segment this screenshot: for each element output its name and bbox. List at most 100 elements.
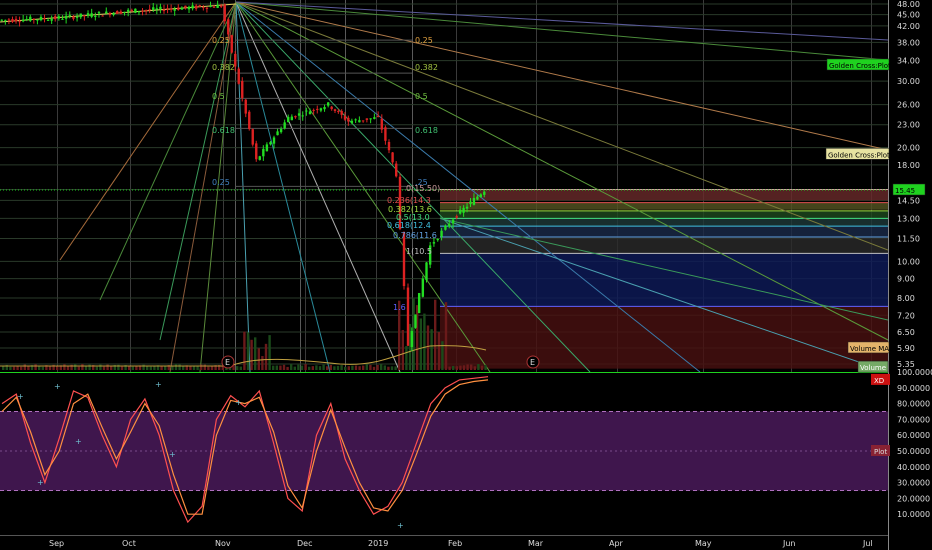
oscillator-cross-marker: + <box>54 382 61 391</box>
candle <box>180 7 184 10</box>
volume-bar <box>84 366 88 370</box>
price-tag: 15.45 <box>892 183 926 196</box>
price-tick-label: 26.00 <box>897 101 920 110</box>
candle <box>361 120 365 122</box>
volume-bar <box>174 364 178 370</box>
candle <box>11 19 14 22</box>
oscillator-cross-marker: + <box>17 392 24 401</box>
oscillator-tick-label: 40.0000 <box>897 463 930 472</box>
volume-bar <box>106 364 109 370</box>
fan-line <box>235 1 888 151</box>
volume-bar <box>63 364 66 370</box>
volume-bar <box>369 364 372 370</box>
oscillator-band <box>0 411 888 491</box>
price-tick-label: 14.50 <box>897 196 920 205</box>
candle <box>72 16 75 19</box>
candle <box>36 19 39 21</box>
candle <box>159 6 162 10</box>
price-tag: Golden Cross:Plot <box>825 148 890 160</box>
fan-line <box>235 1 491 372</box>
candle <box>90 13 93 17</box>
volume-bar <box>56 365 59 370</box>
volume-bar <box>131 366 134 370</box>
candle <box>402 232 406 287</box>
candle <box>276 131 279 136</box>
candle <box>79 13 82 18</box>
candle <box>244 99 247 114</box>
fib-retracement-label: 0.236(14.3 <box>387 196 431 205</box>
fan-line <box>235 1 401 372</box>
volume-bar <box>254 337 257 370</box>
volume-bar <box>282 364 286 370</box>
candle <box>237 68 240 84</box>
candle <box>283 122 286 129</box>
fan-line <box>59 1 237 261</box>
volume-bar <box>261 356 264 370</box>
candle <box>469 201 472 205</box>
volume-bar <box>304 364 307 370</box>
oscillator-tick-label: 70.0000 <box>897 415 930 424</box>
candle <box>462 207 465 213</box>
retracement-zone <box>440 210 888 219</box>
volume-bar <box>426 325 430 370</box>
candle <box>262 148 265 157</box>
candle <box>308 111 312 115</box>
fib-retracement-label: 1.6 <box>393 303 406 312</box>
price-tick-label: 5.90 <box>897 344 915 353</box>
volume-bar <box>95 366 98 370</box>
candle <box>305 110 308 112</box>
candle <box>216 4 219 8</box>
price-tag: Golden Cross:Plot <box>826 58 891 71</box>
candle <box>312 109 315 111</box>
candle <box>141 10 144 12</box>
volume-bar <box>9 366 12 370</box>
fib-level-left: 0.382 <box>212 63 235 72</box>
stock-chart[interactable]: 0.250.3820.50.6180.250.250.3820.50.618.2… <box>0 0 932 550</box>
volume-bar <box>322 364 325 370</box>
price-tick-label: 23.00 <box>897 121 920 130</box>
volume-bar <box>308 366 311 370</box>
price-tag-label: 15.45 <box>895 187 915 195</box>
volume-bar <box>81 364 84 370</box>
candle <box>116 11 119 14</box>
volume-bar <box>246 332 250 370</box>
volume-bar <box>448 366 451 370</box>
candle <box>220 5 223 7</box>
fan-line <box>199 1 237 372</box>
candle <box>39 16 43 21</box>
candle <box>432 242 436 244</box>
candle <box>316 108 319 110</box>
oscillator-tick-label: 100.0000 <box>897 368 932 377</box>
volume-bar <box>462 365 466 370</box>
time-tick-label: Feb <box>448 539 462 548</box>
candle <box>166 8 169 10</box>
candle <box>54 16 57 20</box>
fan-line <box>99 1 237 301</box>
volume-bar <box>286 366 289 370</box>
candle <box>112 13 115 15</box>
volume-bar <box>171 366 174 370</box>
candle <box>101 15 104 17</box>
candle <box>205 7 209 9</box>
price-tick-label: 18.00 <box>897 161 920 170</box>
volume-bar <box>264 343 268 370</box>
volume-bar <box>365 364 368 370</box>
candle <box>279 128 283 133</box>
candle <box>126 9 130 12</box>
fib-level-right: 0.5 <box>415 92 428 101</box>
volume-bar <box>376 364 379 370</box>
volume-bar <box>354 365 358 370</box>
candle <box>417 293 421 314</box>
volume-bar <box>290 364 293 370</box>
time-tick-label: Mar <box>528 539 544 548</box>
oscillator-cross-marker: + <box>169 450 176 459</box>
volume-bar <box>401 329 404 370</box>
oscillator-cross-marker: + <box>235 398 242 407</box>
volume-bar <box>243 331 246 370</box>
candle <box>177 7 180 10</box>
price-tag-label: Golden Cross:Plot <box>828 151 890 159</box>
oscillator-pane[interactable]: + + + + + + + + <box>0 376 888 530</box>
fib-level-left: 0.25 <box>212 178 230 187</box>
time-tick-label: Oct <box>122 539 136 548</box>
time-tick-label: Jun <box>782 539 796 548</box>
